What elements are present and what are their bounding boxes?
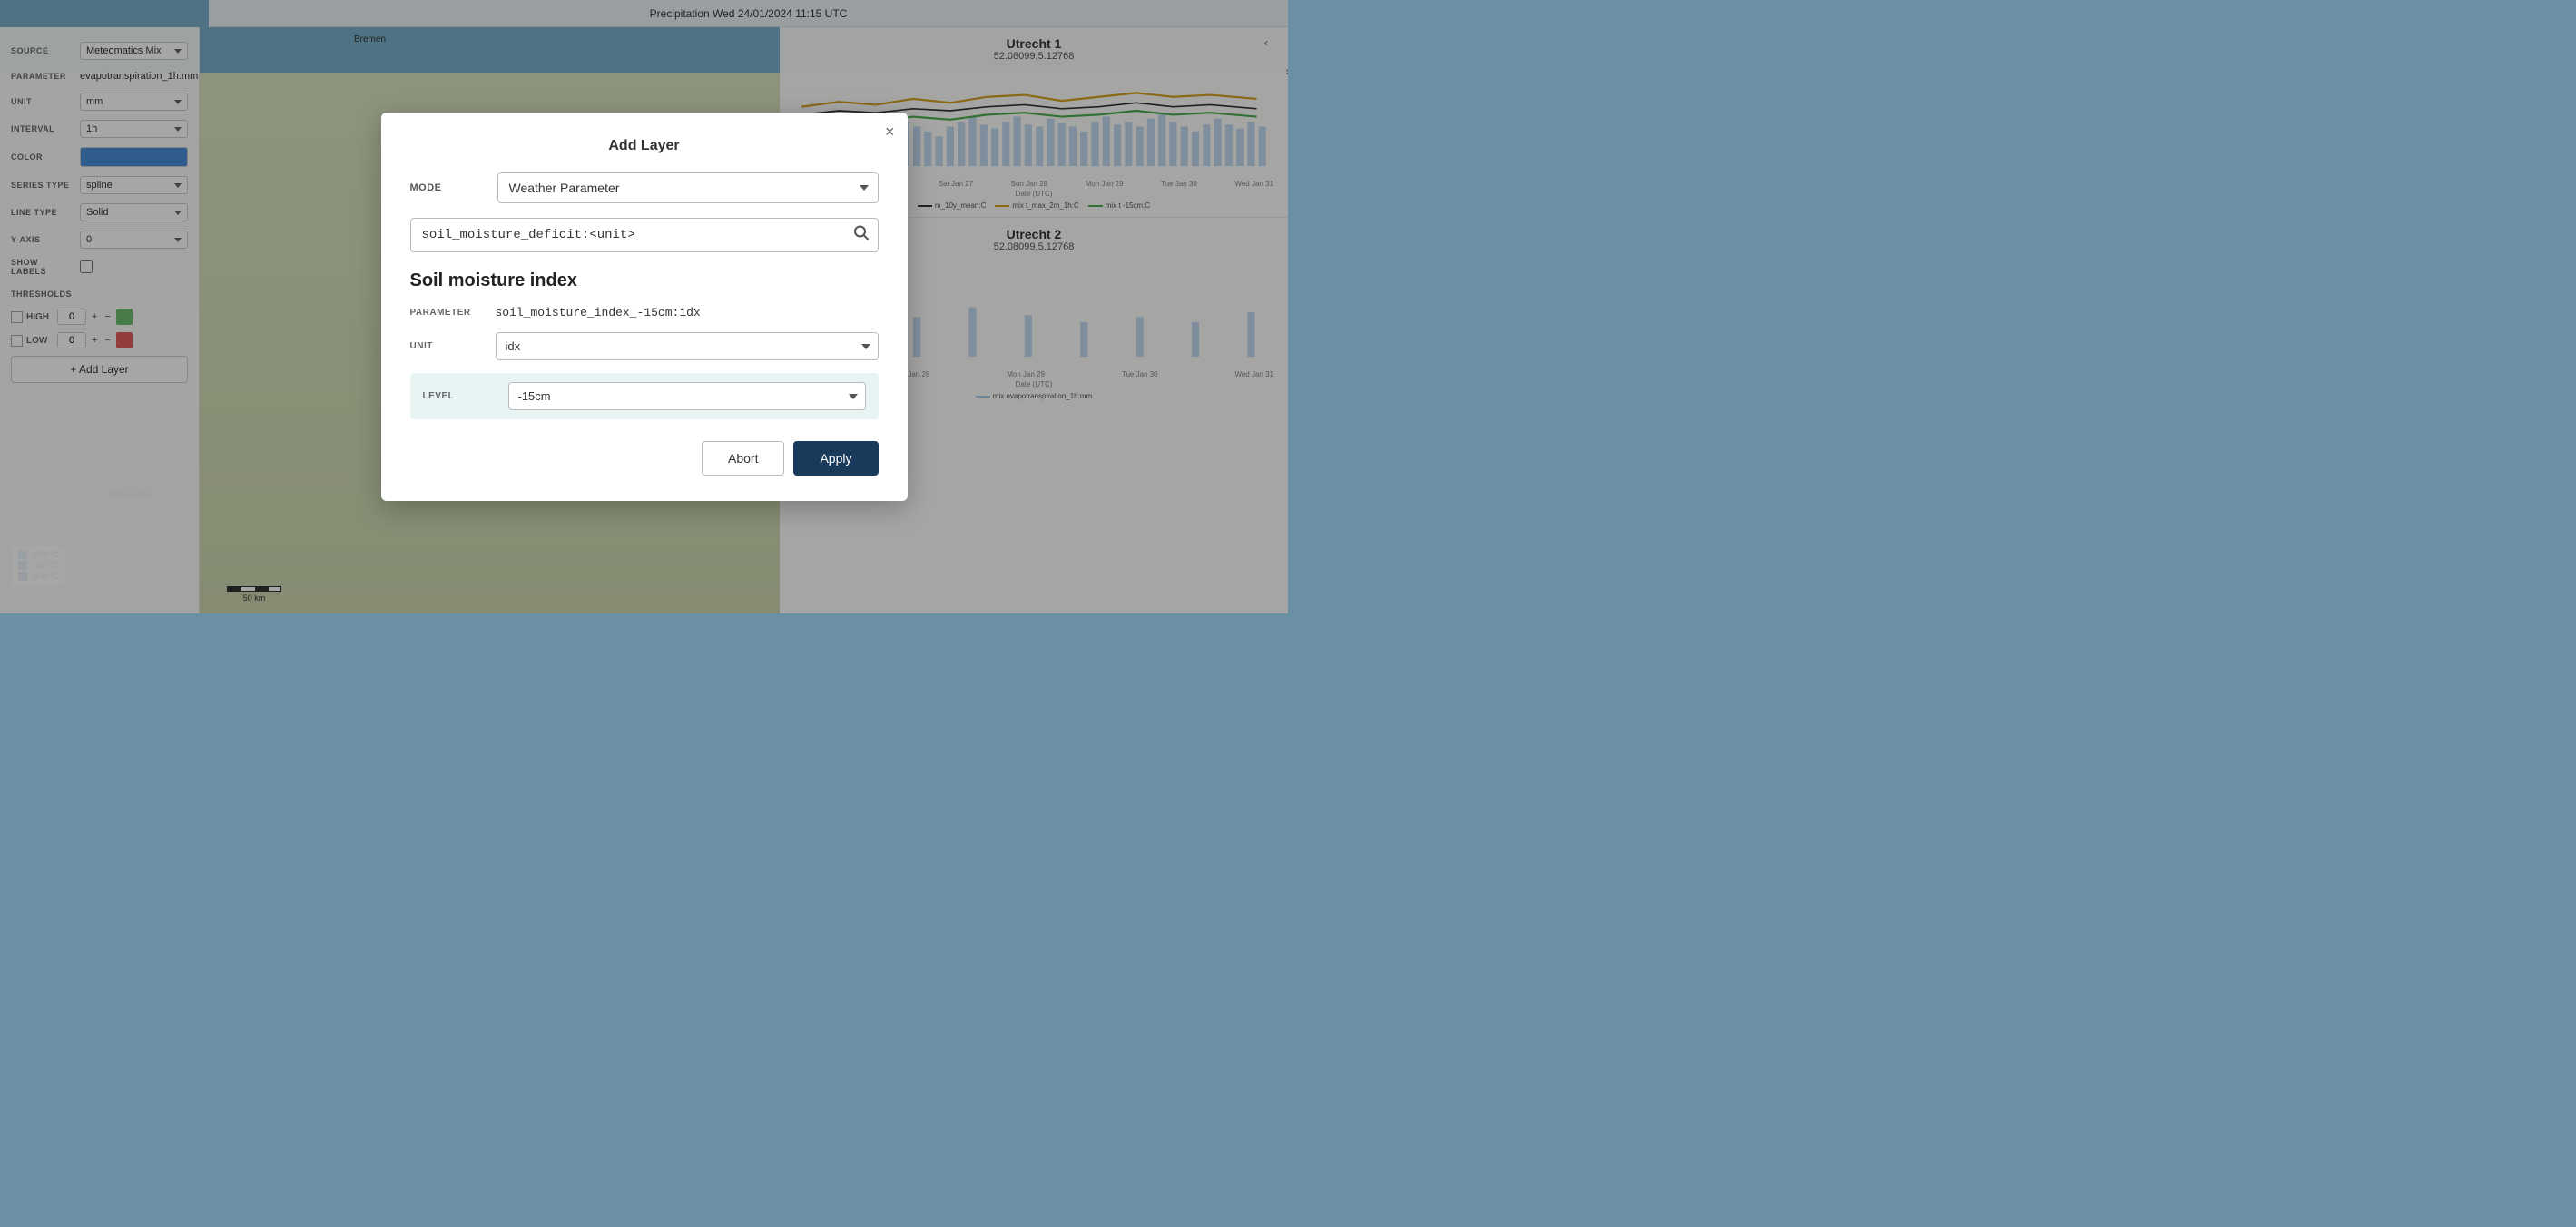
search-icon xyxy=(853,225,870,241)
search-button[interactable] xyxy=(853,225,870,246)
apply-button[interactable]: Apply xyxy=(793,441,878,476)
level-label: LEVEL xyxy=(423,391,496,401)
search-wrapper xyxy=(410,218,879,252)
modal-overlay: × Add Layer MODE Weather Parameter Soil … xyxy=(0,0,1288,614)
result-unit-row: UNIT idx xyxy=(410,332,879,360)
result-parameter-value: soil_moisture_index_-15cm:idx xyxy=(496,306,701,319)
modal-title: Add Layer xyxy=(410,138,879,154)
mode-label: MODE xyxy=(410,182,483,193)
modal-buttons: Abort Apply xyxy=(410,441,879,476)
result-unit-label: UNIT xyxy=(410,341,483,351)
result-parameter-row: PARAMETER soil_moisture_index_-15cm:idx xyxy=(410,306,879,319)
result-parameter-label: PARAMETER xyxy=(410,308,483,318)
level-select[interactable]: -15cm xyxy=(508,382,866,410)
search-input[interactable] xyxy=(410,218,879,252)
unit-select[interactable]: idx xyxy=(496,332,879,360)
result-section-title: Soil moisture index xyxy=(410,270,879,291)
abort-button[interactable]: Abort xyxy=(702,441,784,476)
level-row: LEVEL -15cm xyxy=(410,373,879,419)
modal-close-button[interactable]: × xyxy=(885,123,895,140)
mode-select[interactable]: Weather Parameter xyxy=(497,172,879,203)
mode-row: MODE Weather Parameter xyxy=(410,172,879,203)
add-layer-modal: × Add Layer MODE Weather Parameter Soil … xyxy=(381,113,908,501)
